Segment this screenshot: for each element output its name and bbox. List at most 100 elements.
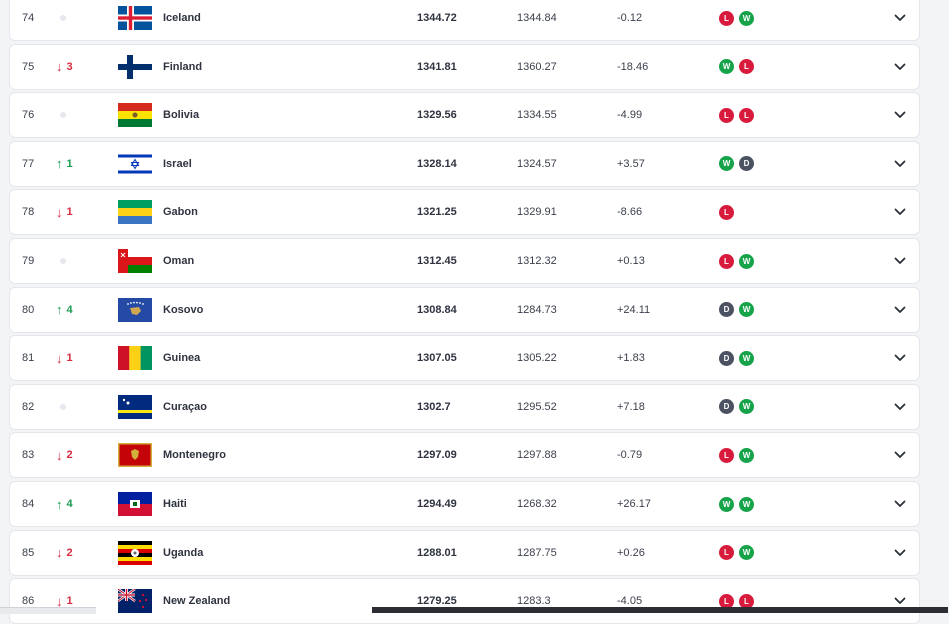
rank-movement: ↓ 1 <box>56 336 106 380</box>
previous-points: 1284.73 <box>517 303 557 316</box>
ranking-row[interactable]: 82 Curaçao 1302.7 1295.52 +7.18 D W <box>9 383 920 430</box>
expand-row-button[interactable] <box>890 142 910 186</box>
horizontal-scrollbar[interactable] <box>0 605 949 614</box>
expand-row-button[interactable] <box>890 93 910 137</box>
country-name[interactable]: Uganda <box>163 531 363 575</box>
previous-points: 1287.75 <box>517 546 557 559</box>
ranking-row[interactable]: 86 ↓ 1 New Zealand 1279.25 1283.3 -4.05 L L <box>9 578 920 624</box>
rank-number: 81 <box>22 352 35 365</box>
total-points: 1297.09 <box>417 449 457 462</box>
country-name[interactable]: Kosovo <box>163 288 363 332</box>
country-name[interactable]: Bolivia <box>163 93 363 137</box>
ranking-row[interactable]: 74 Iceland 1344.72 1344.84 -0.12 L W <box>9 0 920 41</box>
horizontal-scrollbar-thumb[interactable] <box>372 607 948 613</box>
arrow-up-icon: ↑ <box>56 156 63 172</box>
ranking-row[interactable]: 81 ↓ 1 Guinea 1307.05 1305.22 +1.83 D W <box>9 335 920 382</box>
form-badge: L <box>719 447 734 463</box>
arrow-down-icon: ↓ <box>56 447 63 463</box>
expand-row-button[interactable] <box>890 531 910 575</box>
total-points: 1341.81 <box>417 60 457 73</box>
ranking-row[interactable]: 77 ↑ 1 Israel 1328.14 1324.57 +3.57 W D <box>9 140 920 187</box>
recent-form: LW <box>719 239 799 283</box>
expand-row-button[interactable] <box>890 482 910 526</box>
expand-row-button[interactable] <box>890 288 910 332</box>
country-name[interactable]: Finland <box>163 45 363 89</box>
ranking-row[interactable]: 78 ↓ 1 Gabon 1321.25 1329.91 -8.66 L <box>9 189 920 236</box>
gabon-flag <box>118 190 152 234</box>
total-points: 1307.05 <box>417 352 457 365</box>
rank-movement: ↑ 4 <box>56 288 106 332</box>
movement-value: 1 <box>66 352 73 365</box>
recent-form: DW <box>719 385 799 429</box>
previous-points: 1360.27 <box>517 60 557 73</box>
country-name[interactable]: Gabon <box>163 190 363 234</box>
total-points: 1294.49 <box>417 498 457 510</box>
expand-row-button[interactable] <box>890 45 910 89</box>
country-name[interactable]: Guinea <box>163 336 363 380</box>
points-difference: -4.05 <box>617 595 643 608</box>
country-name[interactable]: New Zealand <box>163 579 363 623</box>
total-points: 1312.45 <box>417 255 457 267</box>
points-difference: -4.99 <box>617 109 643 122</box>
total-points: 1302.7 <box>417 400 451 413</box>
expand-row-button[interactable] <box>890 336 910 380</box>
ranking-row[interactable]: 80 ↑ 4 Kosovo 1308.84 1284.73 +24.11 D W <box>9 286 920 333</box>
form-badge: W <box>739 253 754 269</box>
no-change-dot-icon <box>60 112 66 119</box>
guinea-flag <box>118 336 152 380</box>
points-difference: +0.13 <box>617 255 645 267</box>
country-name[interactable]: Haiti <box>163 482 363 526</box>
arrow-up-icon: ↑ <box>56 302 63 318</box>
expand-row-button[interactable] <box>890 579 910 623</box>
rank-number: 75 <box>22 60 35 73</box>
iceland-flag <box>118 0 152 40</box>
rank-movement: ↓ 3 <box>56 45 106 89</box>
montenegro-flag <box>118 433 152 477</box>
expand-row-button[interactable] <box>890 239 910 283</box>
rankings-list: 74 Iceland 1344.72 1344.84 -0.12 L W 75 ↓ 3 Finlan… <box>0 0 949 624</box>
previous-points: 1312.32 <box>517 255 557 267</box>
form-badge: L <box>719 204 734 220</box>
form-badge: W <box>739 10 754 26</box>
rank-movement: ↑ 4 <box>56 482 106 526</box>
rank-movement: ↑ 1 <box>56 142 106 186</box>
ranking-row[interactable]: 76 Bolivia 1329.56 1334.55 -4.99 L L <box>9 92 920 139</box>
country-name[interactable]: Curaçao <box>163 385 363 429</box>
ranking-row[interactable]: 85 ↓ 2 Uganda 1288.01 1287.75 +0.26 L W <box>9 529 920 576</box>
rank-number: 82 <box>22 400 35 413</box>
country-name[interactable]: Israel <box>163 142 363 186</box>
points-difference: +24.11 <box>617 303 651 316</box>
total-points: 1329.56 <box>417 109 457 122</box>
form-badge: W <box>719 156 734 172</box>
rank-movement <box>56 0 106 40</box>
movement-value: 1 <box>66 206 73 219</box>
expand-row-button[interactable] <box>890 190 910 234</box>
ranking-row[interactable]: 75 ↓ 3 Finland 1341.81 1360.27 -18.46 W L <box>9 43 920 90</box>
recent-form: WD <box>719 142 799 186</box>
rank-movement: ↓ 1 <box>56 579 106 623</box>
ranking-row[interactable]: 84 ↑ 4 Haiti 1294.49 1268.32 +26.17 W W <box>9 481 920 527</box>
country-name[interactable]: Oman <box>163 239 363 283</box>
expand-row-button[interactable] <box>890 0 910 40</box>
no-change-dot-icon <box>60 403 66 410</box>
recent-form: LW <box>719 531 799 575</box>
ranking-row[interactable]: 79 Oman 1312.45 1312.32 +0.13 L W <box>9 238 920 284</box>
country-name[interactable]: Iceland <box>163 0 363 40</box>
page-scrollbar-track[interactable] <box>939 0 949 613</box>
rank-number: 74 <box>22 12 35 24</box>
form-badge: L <box>719 10 734 26</box>
ranking-row[interactable]: 83 ↓ 2 Montenegro 1297.09 1297.88 -0.79 L W <box>9 432 920 479</box>
country-name[interactable]: Montenegro <box>163 433 363 477</box>
form-badge: W <box>739 302 754 318</box>
chevron-down-icon <box>894 257 906 264</box>
total-points: 1344.72 <box>417 12 457 24</box>
expand-row-button[interactable] <box>890 433 910 477</box>
recent-form: LW <box>719 433 799 477</box>
points-difference: -8.66 <box>617 206 643 219</box>
rank-number: 83 <box>22 449 35 462</box>
previous-points: 1268.32 <box>517 498 557 510</box>
movement-value: 1 <box>66 157 73 170</box>
expand-row-button[interactable] <box>890 385 910 429</box>
recent-form: DW <box>719 288 799 332</box>
rank-number: 80 <box>22 303 35 316</box>
